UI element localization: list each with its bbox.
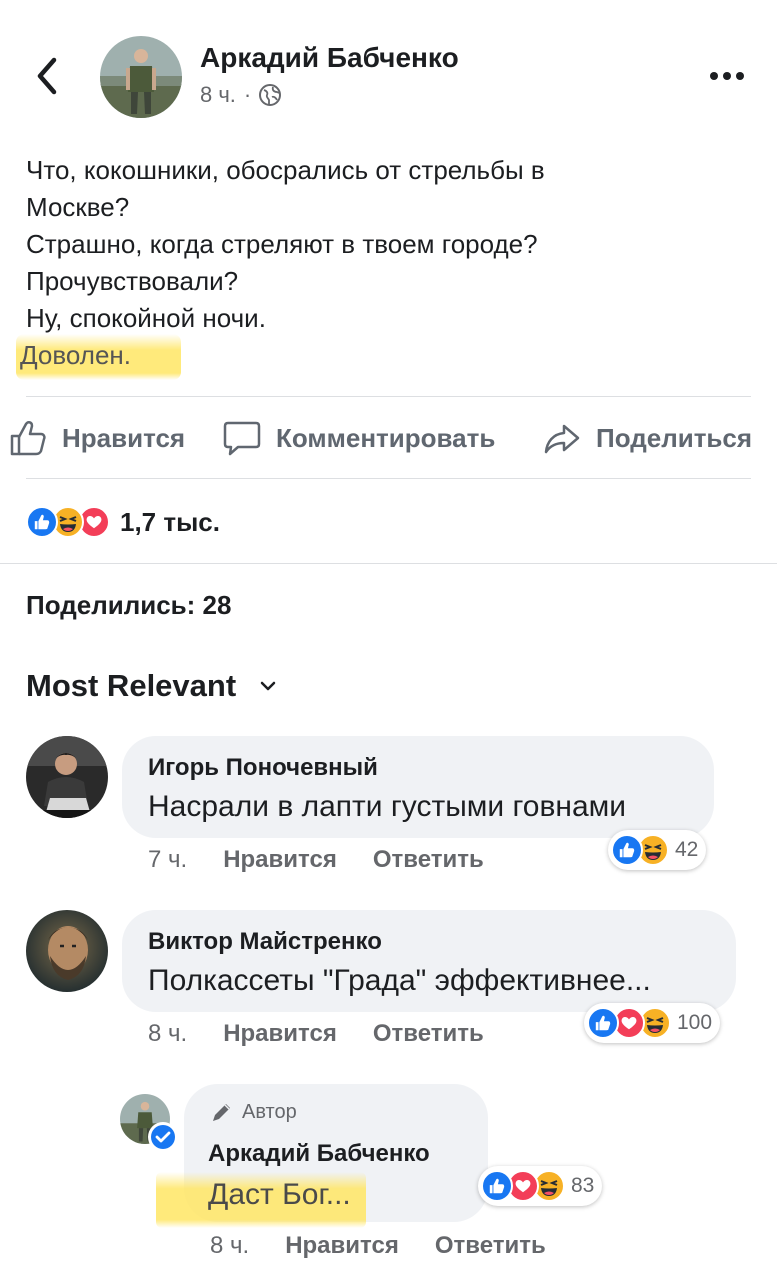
- reaction-count: 42: [675, 838, 699, 861]
- author-badge: Автор: [210, 1100, 297, 1124]
- commenter-name[interactable]: Виктор Майстренко: [148, 928, 382, 956]
- share-icon: [544, 424, 580, 454]
- reply-time: 8 ч.: [210, 1232, 250, 1259]
- post-text: Что, кокошники, обосрались от стрельбы в…: [16, 152, 545, 380]
- more-button[interactable]: [708, 68, 748, 84]
- commenter-name[interactable]: Игорь Поночевный: [148, 754, 378, 782]
- comment-reactions[interactable]: 42: [608, 830, 707, 870]
- comment-like-button[interactable]: Нравится: [223, 846, 337, 874]
- shares-count[interactable]: Поделились: 28: [26, 590, 231, 621]
- divider: [0, 563, 777, 564]
- post-meta: 8 ч. ·: [200, 82, 282, 108]
- author-badge-label: Автор: [242, 1100, 297, 1123]
- reply-reactions[interactable]: 83: [478, 1166, 603, 1206]
- like-icon: [26, 506, 58, 538]
- author-name[interactable]: Аркадий Бабченко: [200, 42, 459, 74]
- highlighted-post-line: Доволен.: [16, 334, 181, 380]
- post-line: Что, кокошники, обосрались от стрельбы в: [26, 155, 545, 185]
- like-icon: [611, 834, 643, 866]
- comment-button[interactable]: Комментировать: [222, 418, 495, 458]
- pencil-icon: [213, 1104, 230, 1121]
- post-time: 8 ч.: [200, 82, 236, 107]
- reactions-count: 1,7 тыс.: [120, 506, 220, 537]
- thumbs-up-icon: [10, 421, 46, 456]
- checkmark-icon: [151, 1125, 175, 1149]
- comment-meta: 8 ч. Нравится Ответить: [148, 1020, 484, 1048]
- reactions-summary[interactable]: 1,7 тыс.: [26, 506, 220, 538]
- back-button[interactable]: [30, 56, 66, 96]
- divider: [26, 478, 751, 479]
- reply-reply-button[interactable]: Ответить: [435, 1232, 546, 1260]
- author-avatar[interactable]: [100, 36, 182, 118]
- comment-like-button[interactable]: Нравится: [223, 1020, 337, 1048]
- share-button[interactable]: Поделиться: [542, 418, 752, 458]
- like-icon: [587, 1007, 619, 1039]
- globe-icon: [259, 84, 282, 106]
- comment-label: Комментировать: [276, 422, 496, 453]
- post-line: Прочувствовали?: [26, 266, 239, 296]
- chevron-left-icon: [37, 57, 57, 95]
- divider: [26, 396, 751, 397]
- like-icon: [481, 1170, 513, 1202]
- comment-time: 7 ч.: [148, 846, 188, 873]
- comment-text: Насрали в лапти густыми говнами: [148, 790, 627, 823]
- comment-icon: [223, 421, 261, 456]
- meta-separator: ·: [243, 82, 252, 107]
- like-button[interactable]: Нравится: [8, 418, 185, 458]
- post-line: Москве?: [26, 192, 130, 222]
- reply-meta: 8 ч. Нравится Ответить: [210, 1232, 546, 1260]
- like-label: Нравится: [62, 422, 186, 453]
- post-line: Ну, спокойной ночи.: [26, 303, 266, 333]
- reaction-count: 100: [677, 1011, 713, 1034]
- comment-reactions[interactable]: 100: [584, 1003, 721, 1043]
- reply-text: Даст Бог...: [208, 1178, 351, 1211]
- commenter-avatar[interactable]: [26, 736, 108, 818]
- comment-time: 8 ч.: [148, 1020, 188, 1047]
- comment-reply-button[interactable]: Ответить: [373, 846, 484, 874]
- comment-reply-button[interactable]: Ответить: [373, 1020, 484, 1048]
- sort-dropdown[interactable]: Most Relevant: [26, 668, 278, 704]
- sort-label: Most Relevant: [26, 668, 237, 703]
- commenter-avatar[interactable]: [26, 910, 108, 992]
- comment-bubble[interactable]: Игорь Поночевный Насрали в лапти густыми…: [122, 736, 714, 838]
- more-horizontal-icon: [710, 72, 744, 80]
- comment-bubble[interactable]: Виктор Майстренко Полкассеты "Града" эфф…: [122, 910, 736, 1012]
- reply-author-name[interactable]: Аркадий Бабченко: [208, 1140, 430, 1168]
- verified-badge: [148, 1122, 178, 1152]
- share-label: Поделиться: [596, 422, 753, 453]
- comment-meta: 7 ч. Нравится Ответить: [148, 846, 484, 874]
- chevron-down-icon: [260, 681, 276, 691]
- comment-text: Полкассеты "Града" эффективнее...: [148, 964, 651, 997]
- reaction-count: 83: [571, 1174, 595, 1197]
- post-line: Страшно, когда стреляют в твоем городе?: [26, 229, 538, 259]
- reply-like-button[interactable]: Нравится: [285, 1232, 399, 1260]
